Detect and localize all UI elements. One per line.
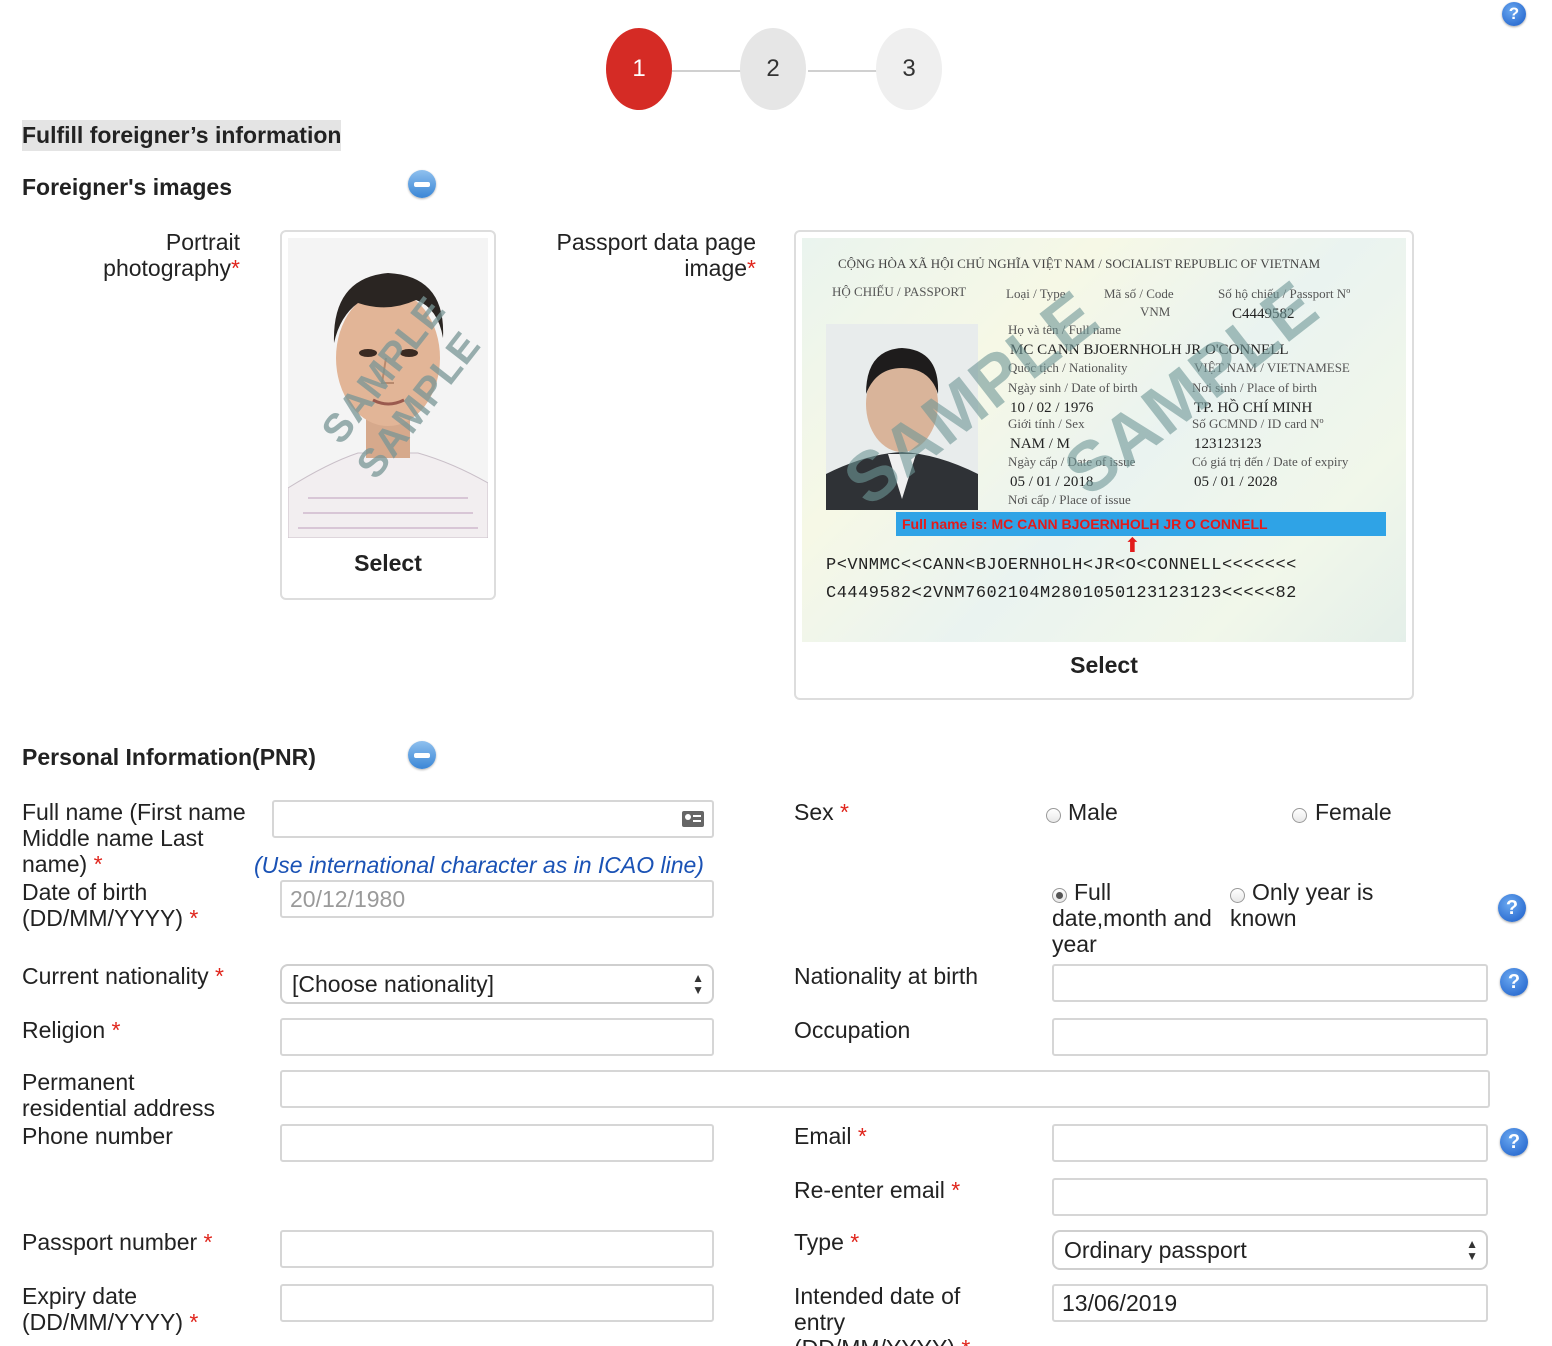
sex-female-label[interactable]: Female xyxy=(1315,799,1392,825)
step-3[interactable]: 3 xyxy=(876,28,942,110)
portrait-photo: SAMPLE SAMPLE xyxy=(288,238,488,538)
dob-input[interactable]: 20/12/1980 xyxy=(280,880,714,918)
occupation-label: Occupation xyxy=(794,1017,911,1043)
sex-male-label[interactable]: Male xyxy=(1068,799,1118,825)
arrow-up-icon: ⬆ xyxy=(1124,535,1141,557)
passport-select-button[interactable]: Select xyxy=(796,652,1412,679)
nationality-select[interactable]: [Choose nationality] ▲ ▼ xyxy=(280,964,714,1004)
expiry-label: Expiry date (DD/MM/YYYY) * xyxy=(22,1283,199,1335)
step-connector xyxy=(808,70,878,72)
page-title: Fulfill foreigner’s information xyxy=(22,120,342,151)
nationality-label: Current nationality * xyxy=(22,963,224,989)
fullname-banner: Full name is: MC CANN BJOERNHOLH JR O CO… xyxy=(896,512,1386,536)
passport-upload[interactable]: CỘNG HÒA XÃ HỘI CHỦ NGHĨA VIỆT NAM / SOC… xyxy=(794,230,1414,700)
help-icon[interactable]: ? xyxy=(1500,1128,1528,1156)
dob-full-label[interactable]: Full date,month and year xyxy=(1052,879,1222,957)
select-arrows-icon: ▲ ▼ xyxy=(1466,1237,1478,1263)
fullname-hint: (Use international character as in ICAO … xyxy=(254,852,704,878)
religion-input[interactable] xyxy=(280,1018,714,1056)
passport-sample-image: CỘNG HÒA XÃ HỘI CHỦ NGHĨA VIỆT NAM / SOC… xyxy=(802,238,1406,642)
religion-label: Religion * xyxy=(22,1017,121,1043)
passport-image-label: Passport data page image* xyxy=(556,229,756,281)
dob-year-label[interactable]: Only year is known xyxy=(1230,879,1390,931)
nationality-birth-label: Nationality at birth xyxy=(794,963,979,989)
step-1[interactable]: 1 xyxy=(606,28,672,110)
reemail-input[interactable] xyxy=(1052,1178,1488,1216)
passport-number-input[interactable] xyxy=(280,1230,714,1268)
reemail-label: Re-enter email * xyxy=(794,1177,961,1203)
email-label: Email * xyxy=(794,1123,867,1149)
entry-label: Intended date of entry (DD/MM/YYYY) * xyxy=(794,1283,970,1346)
portrait-label: Portrait photography* xyxy=(103,229,240,281)
help-icon[interactable]: ? xyxy=(1502,2,1526,26)
help-icon[interactable]: ? xyxy=(1498,894,1526,922)
portrait-upload[interactable]: SAMPLE SAMPLE Select xyxy=(280,230,496,600)
address-label: Permanent residential address xyxy=(22,1069,216,1121)
expiry-input[interactable] xyxy=(280,1284,714,1322)
images-section-title: Foreigner's images xyxy=(22,174,232,200)
step-2[interactable]: 2 xyxy=(740,28,806,110)
select-arrows-icon: ▲ ▼ xyxy=(692,971,704,997)
collapse-icon[interactable] xyxy=(408,170,436,198)
occupation-input[interactable] xyxy=(1052,1018,1488,1056)
step-connector xyxy=(672,70,742,72)
id-card-icon xyxy=(682,811,704,827)
phone-label: Phone number xyxy=(22,1123,173,1149)
sex-female-radio[interactable] xyxy=(1292,808,1307,823)
nationality-birth-input[interactable] xyxy=(1052,964,1488,1002)
address-input[interactable] xyxy=(280,1070,1490,1108)
portrait-select-button[interactable]: Select xyxy=(282,550,494,577)
fullname-input[interactable] xyxy=(272,800,714,838)
passport-number-label: Passport number * xyxy=(22,1229,213,1255)
phone-input[interactable] xyxy=(280,1124,714,1162)
entry-date-input[interactable]: 13/06/2019 xyxy=(1052,1284,1488,1322)
sex-label: Sex * xyxy=(794,799,849,825)
help-icon[interactable]: ? xyxy=(1500,968,1528,996)
dob-label: Date of birth (DD/MM/YYYY) * xyxy=(22,879,199,931)
passport-type-label: Type * xyxy=(794,1229,860,1255)
personal-section-title: Personal Information(PNR) xyxy=(22,744,316,770)
collapse-icon[interactable] xyxy=(408,741,436,769)
fullname-label: Full name (First name Middle name Last n… xyxy=(22,799,246,877)
passport-type-select[interactable]: Ordinary passport ▲ ▼ xyxy=(1052,1230,1488,1270)
email-input[interactable] xyxy=(1052,1124,1488,1162)
sex-male-radio[interactable] xyxy=(1046,808,1061,823)
